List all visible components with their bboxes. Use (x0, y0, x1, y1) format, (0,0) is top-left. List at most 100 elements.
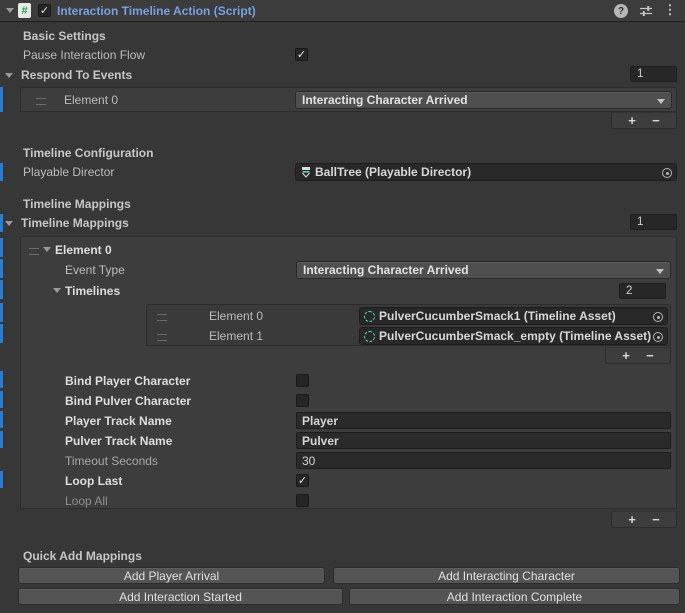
element-label: Element 0 (64, 93, 118, 107)
add-interaction-complete-button[interactable]: Add Interaction Complete (349, 588, 680, 605)
field-label: Bind Pulver Character (65, 394, 191, 408)
override-bar (0, 163, 3, 181)
pulver-track-name-input[interactable]: Pulver (296, 432, 671, 449)
section-label: Timeline Mappings (23, 197, 131, 211)
unity-inspector: # ✓ Interaction Timeline Action (Script)… (0, 0, 685, 613)
element-label: Element 0 (209, 309, 263, 323)
component-enabled-checkbox[interactable]: ✓ (38, 4, 51, 17)
loop-last-row: Loop Last (65, 472, 122, 490)
override-bar (0, 471, 3, 488)
remove-mapping-button[interactable]: − (652, 513, 660, 527)
object-field-value: PulverCucumberSmack_empty (Timeline Asse… (379, 329, 651, 343)
respond-element-row: Element 0 (64, 91, 118, 109)
foldout-icon[interactable] (43, 247, 51, 252)
object-picker-icon[interactable] (651, 310, 665, 324)
add-interaction-started-button[interactable]: Add Interaction Started (18, 588, 343, 605)
playable-director-row: Playable Director (23, 163, 114, 181)
timeout-seconds-input[interactable]: 30 (296, 452, 671, 469)
timelines-label: Timelines (65, 284, 120, 298)
respond-size-field[interactable]: 1 (630, 66, 677, 82)
playable-director-field[interactable]: BallTree (Playable Director) (295, 163, 677, 181)
add-mapping-button[interactable]: + (628, 513, 636, 527)
override-bar (0, 431, 3, 448)
add-timeline-button[interactable]: + (622, 349, 630, 363)
help-icon[interactable]: ? (614, 4, 628, 18)
bind-pulver-row: Bind Pulver Character (65, 392, 191, 410)
element-label: Element 1 (209, 329, 263, 343)
chevron-down-icon (657, 99, 665, 104)
timelines-size-field[interactable]: 2 (619, 283, 666, 299)
component-title[interactable]: Interaction Timeline Action (Script) (57, 4, 256, 18)
object-picker-icon[interactable] (660, 166, 674, 180)
foldout-icon[interactable] (5, 221, 13, 226)
add-interacting-character-button[interactable]: Add Interacting Character (333, 567, 680, 584)
loop-all-checkbox[interactable] (296, 494, 309, 507)
add-player-arrival-button[interactable]: Add Player Arrival (18, 567, 325, 584)
remove-timeline-button[interactable]: − (646, 349, 654, 363)
component-foldout-icon[interactable] (6, 8, 14, 13)
timeout-seconds-row: Timeout Seconds (65, 452, 158, 470)
pulver-track-name-row: Pulver Track Name (65, 432, 172, 450)
timeline-mappings-section-header: Timeline Mappings (23, 195, 131, 213)
timeline-asset-field-0[interactable]: PulverCucumberSmack1 (Timeline Asset) (359, 307, 668, 325)
override-bar (0, 324, 3, 343)
timeline-mappings-label: Timeline Mappings (21, 216, 129, 230)
timeline-asset-icon (364, 311, 375, 322)
section-label: Basic Settings (23, 29, 106, 43)
respond-event-dropdown[interactable]: Interacting Character Arrived (295, 91, 672, 109)
element-label: Element 0 (55, 243, 112, 257)
override-bar (0, 87, 3, 112)
mapping-element-header: Element 0 (55, 241, 112, 259)
override-bar (0, 391, 3, 408)
pause-interaction-flow-checkbox[interactable]: ✓ (295, 48, 308, 61)
component-header: # ✓ Interaction Timeline Action (Script)… (0, 0, 685, 22)
add-element-button[interactable]: + (628, 114, 636, 128)
timeline-element-row: Element 0 (209, 307, 263, 325)
bind-player-checkbox[interactable] (296, 374, 309, 387)
presets-icon[interactable] (639, 4, 653, 21)
override-bar (0, 371, 3, 388)
object-picker-icon[interactable] (651, 330, 665, 344)
event-type-row: Event Type (65, 261, 125, 279)
drag-handle-icon[interactable] (36, 98, 46, 105)
script-icon-glyph: # (21, 5, 27, 17)
field-label: Event Type (65, 263, 125, 277)
mappings-size-field[interactable]: 1 (630, 214, 677, 230)
drag-handle-icon[interactable] (157, 314, 167, 321)
drag-handle-icon[interactable] (29, 248, 39, 255)
field-label: Loop All (65, 494, 108, 508)
playable-director-icon (300, 166, 312, 178)
field-label: Loop Last (65, 474, 122, 488)
foldout-icon[interactable] (5, 73, 13, 78)
player-track-name-input[interactable]: Player (296, 412, 671, 429)
loop-all-row: Loop All (65, 492, 108, 510)
dropdown-value: Interacting Character Arrived (303, 263, 469, 277)
timeline-configuration-header: Timeline Configuration (23, 144, 153, 162)
field-label: Player Track Name (65, 414, 172, 428)
bind-player-row: Bind Player Character (65, 372, 190, 390)
field-label: Pulver Track Name (65, 434, 172, 448)
section-label: Quick Add Mappings (23, 549, 142, 563)
override-bar (0, 238, 3, 257)
player-track-name-row: Player Track Name (65, 412, 172, 430)
object-field-value: PulverCucumberSmack1 (Timeline Asset) (379, 309, 616, 323)
bind-pulver-checkbox[interactable] (296, 394, 309, 407)
timeline-mappings-foldout-row[interactable]: Timeline Mappings (5, 214, 129, 232)
override-bar (0, 259, 3, 278)
remove-element-button[interactable]: − (652, 114, 660, 128)
timeline-element-row: Element 1 (209, 327, 263, 345)
timelines-row: Timelines (65, 282, 120, 300)
drag-handle-icon[interactable] (157, 334, 167, 341)
kebab-menu-icon[interactable]: ⋮ (663, 1, 677, 19)
section-label: Timeline Configuration (23, 146, 153, 160)
script-icon: # (18, 3, 31, 18)
object-field-value: BallTree (Playable Director) (315, 165, 471, 179)
field-label: Playable Director (23, 165, 114, 179)
timeline-asset-field-1[interactable]: PulverCucumberSmack_empty (Timeline Asse… (359, 327, 668, 345)
mappings-list: Element 0 Event Type Interacting Charact… (20, 236, 677, 509)
pause-interaction-flow-row: Pause Interaction Flow (23, 46, 145, 64)
foldout-icon[interactable] (53, 288, 61, 293)
event-type-dropdown[interactable]: Interacting Character Arrived (296, 261, 671, 279)
respond-to-events-row[interactable]: Respond To Events (5, 66, 132, 84)
loop-last-checkbox[interactable]: ✓ (296, 474, 309, 487)
